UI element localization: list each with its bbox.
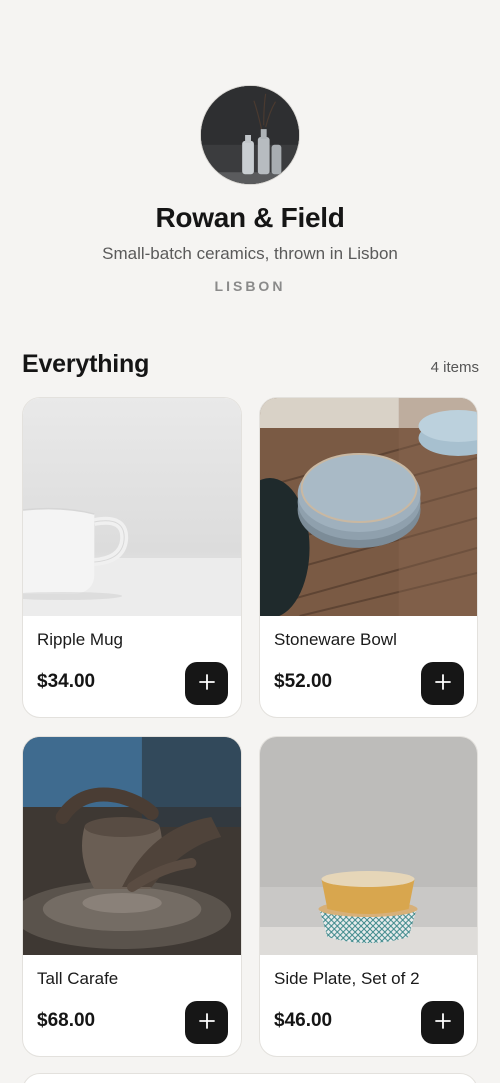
plus-icon bbox=[434, 673, 452, 694]
section-title: Everything bbox=[22, 350, 150, 378]
shop-location: LISBON bbox=[214, 278, 286, 294]
product-name: Ripple Mug bbox=[37, 630, 123, 649]
product-card[interactable]: Stoneware Bowl $52.00 bbox=[259, 397, 478, 718]
product-image-patterned-bowls bbox=[260, 737, 477, 955]
product-price: $34.00 bbox=[37, 671, 96, 692]
shop-profile: Rowan & Field Small-batch ceramics, thro… bbox=[0, 85, 500, 294]
product-card[interactable]: Ripple Mug $34.00 bbox=[22, 397, 242, 718]
product-name: Stoneware Bowl bbox=[274, 630, 397, 649]
product-card[interactable]: Side Plate, Set of 2 $46.00 bbox=[259, 736, 478, 1057]
product-price: $68.00 bbox=[37, 1010, 96, 1031]
product-image-pottery-wheel bbox=[23, 737, 241, 955]
plus-icon bbox=[198, 673, 216, 694]
add-to-cart-button[interactable] bbox=[185, 1001, 228, 1044]
next-card-peek bbox=[22, 1073, 478, 1083]
product-image-white-mug bbox=[23, 398, 241, 616]
storefront-page: Rowan & Field Small-batch ceramics, thro… bbox=[0, 0, 500, 1083]
plus-icon bbox=[434, 1012, 452, 1033]
add-to-cart-button[interactable] bbox=[421, 662, 464, 705]
item-count: 4 items bbox=[430, 359, 479, 376]
product-card[interactable]: Tall Carafe $68.00 bbox=[22, 736, 242, 1057]
plus-icon bbox=[198, 1012, 216, 1033]
product-price: $52.00 bbox=[274, 671, 333, 692]
add-to-cart-button[interactable] bbox=[185, 662, 228, 705]
section-header: Everything 4 items bbox=[22, 350, 479, 379]
product-price: $46.00 bbox=[274, 1010, 333, 1031]
product-name: Tall Carafe bbox=[37, 969, 119, 988]
product-image-stacked-plates bbox=[260, 398, 477, 616]
shop-name: Rowan & Field bbox=[155, 202, 345, 233]
shop-tagline: Small-batch ceramics, thrown in Lisbon bbox=[102, 244, 398, 263]
product-name: Side Plate, Set of 2 bbox=[274, 969, 420, 988]
add-to-cart-button[interactable] bbox=[421, 1001, 464, 1044]
shop-avatar bbox=[200, 85, 300, 185]
